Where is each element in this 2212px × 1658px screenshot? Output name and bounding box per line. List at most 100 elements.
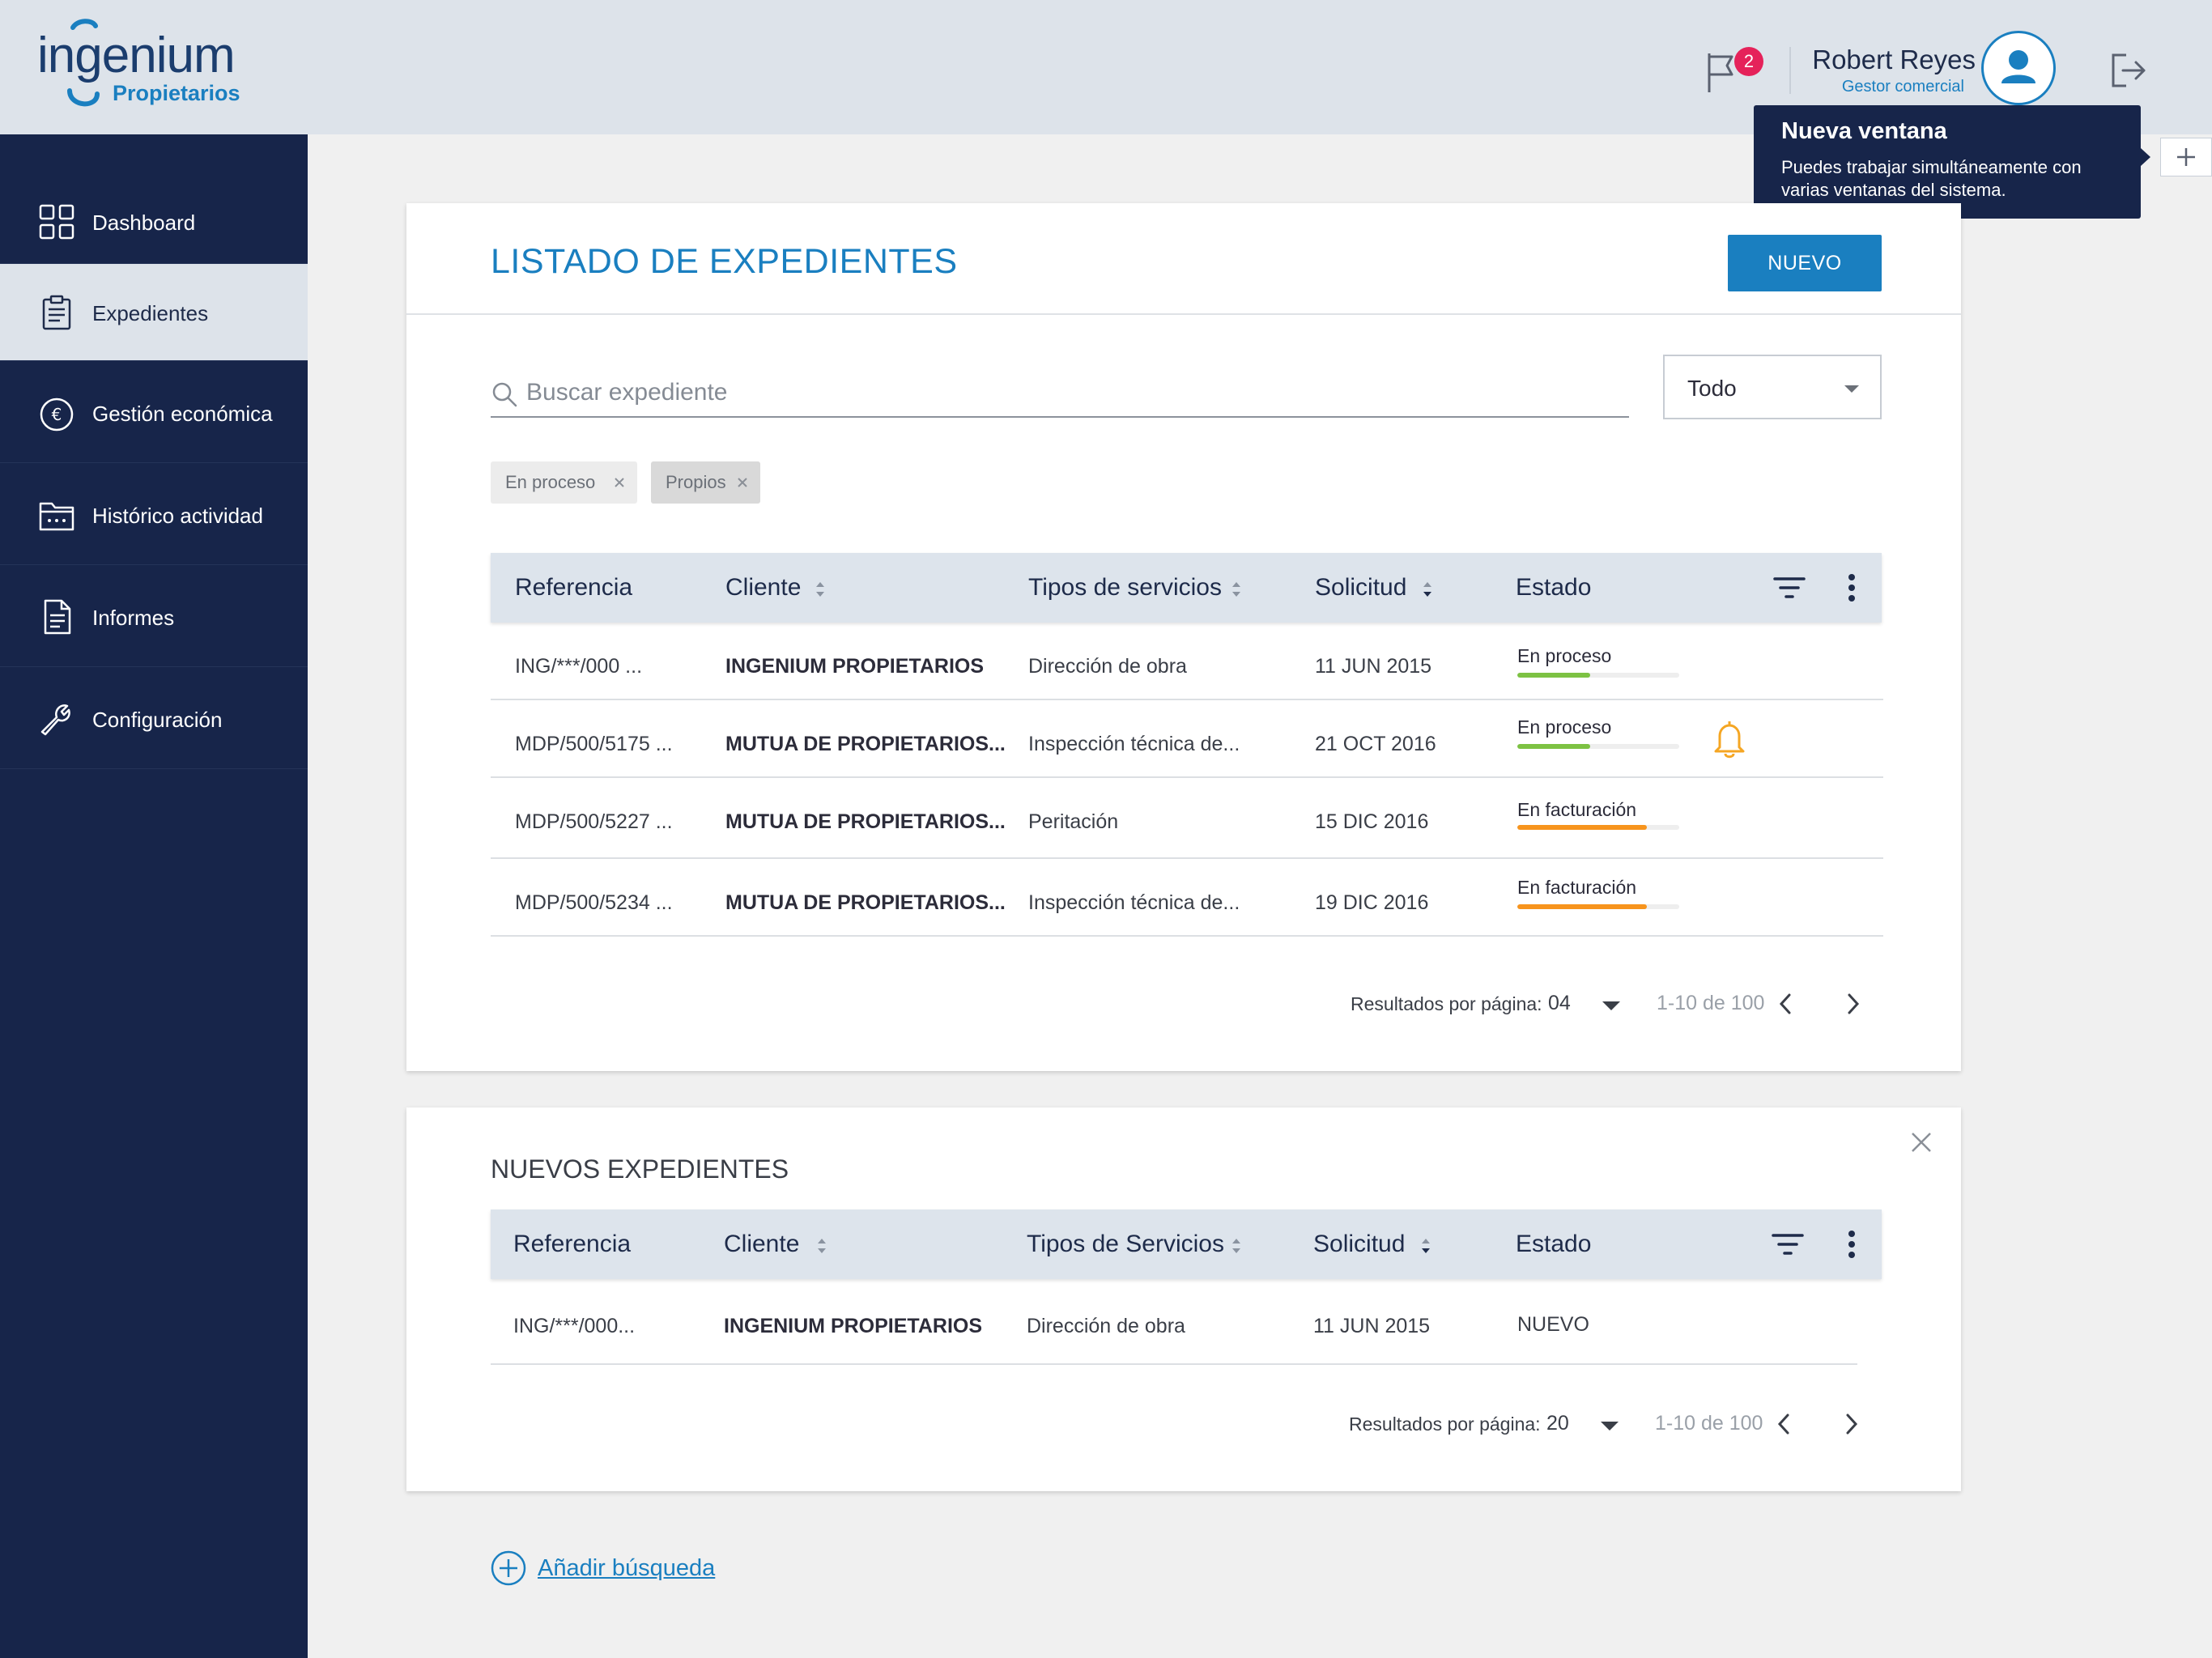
add-circle-icon [491,1550,526,1586]
sort-icon[interactable] [1231,1237,1242,1255]
table-header: Referencia Cliente Tipos de Servicios So… [491,1209,1882,1279]
cell-reference: MDP/500/5175 ... [515,733,673,755]
sidebar-item-configuracion[interactable]: Configuración [0,667,308,769]
cell-state: En proceso [1517,716,1612,738]
sidebar-item-informes[interactable]: Informes [0,565,308,667]
logout-icon [2112,53,2146,87]
more-vertical-icon[interactable] [1846,1229,1857,1260]
sidebar-item-gestion-economica[interactable]: € Gestión económica [0,361,308,463]
cell-client: MUTUA DE PROPIETARIOS... [725,891,1006,914]
per-page-value[interactable]: 20 [1546,1412,1569,1435]
sidebar-item-historico-actividad[interactable]: Histórico actividad [0,463,308,565]
column-header-cliente[interactable]: Cliente [725,553,801,623]
table-row[interactable]: ING/***/000 ... INGENIUM PROPIETARIOS Di… [491,623,1883,700]
more-vertical-icon[interactable] [1846,572,1857,603]
close-icon[interactable] [611,474,627,491]
progress-bar [1517,673,1679,678]
cell-state: En proceso [1517,645,1612,666]
logo[interactable]: ingenium Propietarios [37,16,272,113]
add-search-link[interactable]: Añadir búsqueda [491,1550,715,1587]
cell-state: En facturación [1517,877,1637,898]
sidebar-item-label: Informes [92,606,175,630]
table-row[interactable]: ING/***/000... INGENIUM PROPIETARIOS Dir… [491,1279,1857,1365]
sidebar-item-label: Configuración [92,708,223,732]
column-header-tipos-servicios[interactable]: Tipos de servicios [1028,553,1222,623]
logo-subtitle: Propietarios [113,81,240,105]
sidebar-item-label: Expedientes [92,301,209,325]
chevron-right-icon[interactable] [1841,1412,1861,1436]
user-name: Robert Reyes [1812,45,1976,74]
column-header-solicitud[interactable]: Solicitud [1315,553,1406,623]
sidebar-item-expedientes[interactable]: Expedientes [0,264,308,361]
new-window-button[interactable] [2160,138,2212,176]
clipboard-icon [42,295,71,330]
bell-icon[interactable] [1712,718,1747,759]
column-header-tipos-servicios[interactable]: Tipos de Servicios [1027,1209,1224,1279]
logo-wordmark: ingenium [37,28,236,83]
table-row[interactable]: MDP/500/5234 ... MUTUA DE PROPIETARIOS..… [491,859,1883,937]
logout-button[interactable] [2108,50,2149,91]
close-icon[interactable] [1909,1130,1933,1154]
cell-client: INGENIUM PROPIETARIOS [725,655,985,678]
folder-icon [39,502,74,531]
column-header-referencia[interactable]: Referencia [513,1209,631,1279]
table-row[interactable]: MDP/500/5175 ... MUTUA DE PROPIETARIOS..… [491,700,1883,778]
column-header-cliente[interactable]: Cliente [724,1209,799,1279]
user-icon [2001,50,2035,83]
cell-state: NUEVO [1517,1313,1589,1336]
progress-fill [1517,673,1590,678]
cell-reference: MDP/500/5227 ... [515,810,673,833]
user-role: Gestor comercial [1841,78,1964,96]
cell-client: INGENIUM PROPIETARIOS [724,1315,983,1337]
chip-label: En proceso [505,472,596,492]
search-input[interactable] [526,374,1611,411]
chevron-left-icon[interactable] [1775,1412,1794,1436]
filter-select[interactable]: Todo [1663,355,1882,419]
sort-icon[interactable] [1231,580,1242,598]
filter-chip: Propios [651,461,760,504]
sidebar-item-label: Gestión económica [92,402,273,426]
cell-client: MUTUA DE PROPIETARIOS... [725,810,1006,833]
pager-label: Resultados por página: [1351,993,1542,1014]
section-title: NUEVOS EXPEDIENTES [491,1154,789,1184]
chevron-down-icon[interactable] [1602,1001,1620,1010]
cell-date: 15 DIC 2016 [1315,810,1429,833]
column-header-solicitud[interactable]: Solicitud [1313,1209,1405,1279]
sidebar-item-dashboard[interactable]: Dashboard [0,134,308,264]
cell-state: En facturación [1517,799,1637,820]
cell-service: Dirección de obra [1027,1315,1185,1337]
page-title: LISTADO DE EXPEDIENTES [491,242,958,281]
column-header-estado[interactable]: Estado [1516,553,1591,623]
nuevos-card: NUEVOS EXPEDIENTES Referencia Cliente Ti… [406,1107,1961,1491]
sort-icon[interactable] [1420,1237,1431,1255]
chevron-left-icon[interactable] [1776,992,1796,1016]
sort-icon[interactable] [815,580,826,598]
tooltip-arrow [2141,148,2150,166]
sort-icon[interactable] [816,1237,827,1255]
close-icon[interactable] [734,474,751,491]
filter-icon[interactable] [1772,1232,1804,1256]
table-header: Referencia Cliente Tipos de servicios So… [491,553,1882,623]
pager-range: 1-10 de 100 [1657,992,1765,1014]
progress-fill [1517,904,1647,909]
table-row[interactable]: MDP/500/5227 ... MUTUA DE PROPIETARIOS..… [491,778,1883,859]
user-avatar[interactable] [1981,31,2056,105]
filter-icon[interactable] [1773,576,1806,600]
new-record-button[interactable]: NUEVO [1728,235,1882,291]
cell-reference: ING/***/000... [513,1315,636,1337]
progress-fill [1517,825,1647,830]
chevron-right-icon[interactable] [1843,992,1862,1016]
column-header-referencia[interactable]: Referencia [515,553,632,623]
wrench-icon [40,704,70,736]
sort-icon[interactable] [1422,580,1433,598]
chevron-down-icon[interactable] [1601,1422,1619,1431]
progress-bar [1517,904,1679,909]
column-header-estado[interactable]: Estado [1516,1209,1591,1279]
document-icon [44,599,71,635]
cell-service: Inspección técnica de... [1028,733,1240,755]
sidebar-item-label: Dashboard [92,210,196,235]
pager-range: 1-10 de 100 [1655,1412,1763,1435]
per-page-value[interactable]: 04 [1548,992,1571,1015]
plus-icon [2177,148,2195,166]
cell-date: 11 JUN 2015 [1315,655,1432,678]
